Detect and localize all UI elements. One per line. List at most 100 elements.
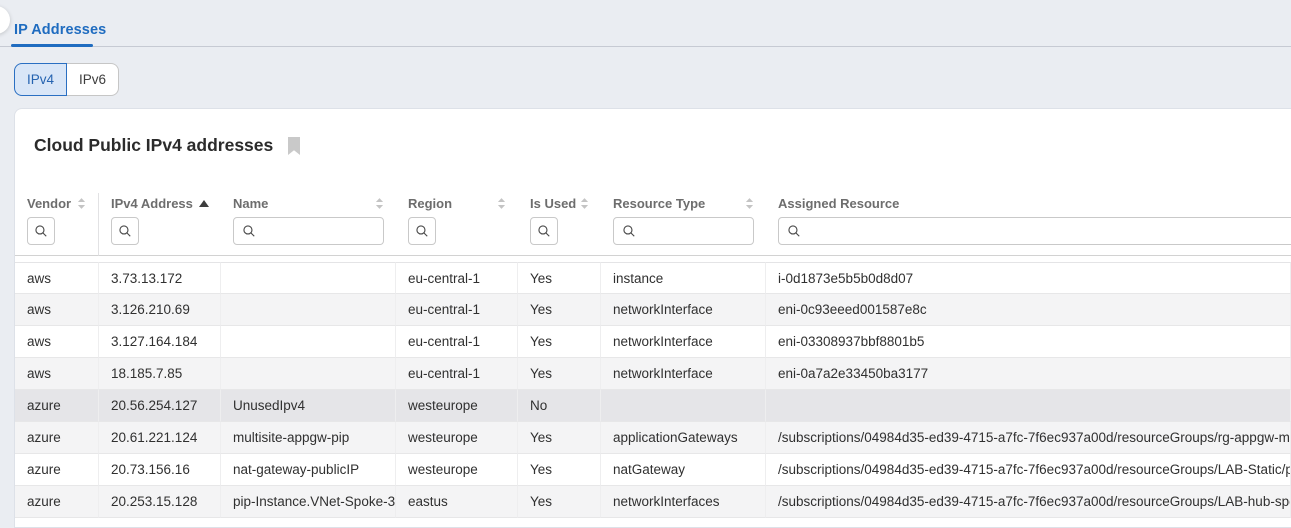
cell-name bbox=[221, 358, 396, 390]
sort-icon bbox=[497, 197, 506, 210]
cell-vendor: azure bbox=[15, 422, 99, 454]
search-icon bbox=[537, 224, 551, 238]
column-header-region[interactable]: Region bbox=[396, 193, 518, 213]
top-tab-bar: IP Addresses bbox=[0, 0, 1291, 47]
search-icon bbox=[242, 224, 256, 238]
cell-assigned-resource: eni-0a7a2e33450ba3177 bbox=[766, 358, 1291, 390]
assigned-resource-filter-input[interactable] bbox=[807, 224, 1291, 239]
cell-is-used: No bbox=[518, 390, 601, 422]
column-label: Resource Type bbox=[613, 196, 705, 211]
cell-name bbox=[221, 294, 396, 326]
bookmark-icon[interactable] bbox=[287, 137, 301, 155]
table-row[interactable]: aws 18.185.7.85 eu-central-1 Yes network… bbox=[15, 358, 1291, 390]
name-filter-box bbox=[233, 217, 384, 245]
cell-region: eu-central-1 bbox=[396, 294, 518, 326]
cell-ipv4: 3.126.210.69 bbox=[99, 294, 221, 326]
table-row[interactable]: aws 3.73.13.172 eu-central-1 Yes instanc… bbox=[15, 262, 1291, 294]
vendor-filter-button[interactable] bbox=[27, 217, 55, 245]
table-row[interactable]: azure 20.73.156.16 nat-gateway-publicIP … bbox=[15, 454, 1291, 486]
page-title: Cloud Public IPv4 addresses bbox=[34, 135, 273, 156]
cell-region: westeurope bbox=[396, 454, 518, 486]
column-label: Is Used bbox=[530, 196, 576, 211]
cell-region: westeurope bbox=[396, 422, 518, 454]
resource-type-filter-input[interactable] bbox=[642, 224, 745, 239]
cell-vendor: azure bbox=[15, 390, 99, 422]
cell-resource-type: networkInterface bbox=[601, 294, 766, 326]
cell-is-used: Yes bbox=[518, 454, 601, 486]
cell-assigned-resource: i-0d1873e5b5b0d8d07 bbox=[766, 262, 1291, 294]
search-icon bbox=[622, 224, 636, 238]
ipv4-toggle-button[interactable]: IPv4 bbox=[14, 63, 67, 96]
region-filter-button[interactable] bbox=[408, 217, 436, 245]
column-label: Assigned Resource bbox=[778, 196, 899, 211]
sort-icon bbox=[375, 197, 384, 210]
cell-name bbox=[221, 262, 396, 294]
assigned-resource-filter-box bbox=[778, 217, 1291, 245]
sort-ascending-icon bbox=[199, 200, 209, 207]
column-header-vendor[interactable]: Vendor bbox=[15, 193, 98, 213]
cell-is-used: Yes bbox=[518, 422, 601, 454]
cell-ipv4: 20.56.254.127 bbox=[99, 390, 221, 422]
cell-is-used: Yes bbox=[518, 358, 601, 390]
is-used-filter-button[interactable] bbox=[530, 217, 558, 245]
cell-name: multisite-appgw-pip bbox=[221, 422, 396, 454]
cell-ipv4: 3.73.13.172 bbox=[99, 262, 221, 294]
cell-is-used: Yes bbox=[518, 486, 601, 518]
cell-vendor: aws bbox=[15, 294, 99, 326]
search-icon bbox=[34, 224, 48, 238]
column-header-assigned-resource[interactable]: Assigned Resource bbox=[766, 193, 1291, 213]
cell-resource-type: networkInterfaces bbox=[601, 486, 766, 518]
column-label: Region bbox=[408, 196, 452, 211]
column-header-ipv4-address[interactable]: IPv4 Address bbox=[99, 193, 221, 213]
ipv6-toggle-button[interactable]: IPv6 bbox=[67, 63, 119, 96]
column-label: Vendor bbox=[27, 196, 71, 211]
cell-region: eu-central-1 bbox=[396, 358, 518, 390]
cell-assigned-resource: eni-0c93eeed001587e8c bbox=[766, 294, 1291, 326]
table-row[interactable]: aws 3.126.210.69 eu-central-1 Yes networ… bbox=[15, 294, 1291, 326]
column-header-resource-type[interactable]: Resource Type bbox=[601, 193, 766, 213]
cell-vendor: azure bbox=[15, 454, 99, 486]
column-label: IPv4 Address bbox=[111, 196, 193, 211]
table-row[interactable]: azure 20.253.15.128 pip-Instance.VNet-Sp… bbox=[15, 486, 1291, 518]
search-icon bbox=[415, 224, 429, 238]
cell-name: pip-Instance.VNet-Spoke-3 bbox=[221, 486, 396, 518]
cell-resource-type: instance bbox=[601, 262, 766, 294]
cell-region: eastus bbox=[396, 486, 518, 518]
cell-ipv4: 18.185.7.85 bbox=[99, 358, 221, 390]
ipv4-filter-button[interactable] bbox=[111, 217, 139, 245]
cell-assigned-resource: eni-03308937bbf8801b5 bbox=[766, 326, 1291, 358]
panel-collapse-handle[interactable] bbox=[0, 6, 10, 34]
cell-assigned-resource: /subscriptions/04984d35-ed39-4715-a7fc-7… bbox=[766, 422, 1291, 454]
cell-ipv4: 20.253.15.128 bbox=[99, 486, 221, 518]
ip-table: Vendor IPv4 Address bbox=[15, 193, 1291, 518]
cell-assigned-resource: /subscriptions/04984d35-ed39-4715-a7fc-7… bbox=[766, 454, 1291, 486]
table-row-highlighted[interactable]: azure 20.56.254.127 UnusedIpv4 westeurop… bbox=[15, 390, 1291, 422]
column-header-name[interactable]: Name bbox=[221, 193, 396, 213]
cloud-ipv4-card: Cloud Public IPv4 addresses Vendor bbox=[14, 108, 1291, 528]
search-icon bbox=[787, 224, 801, 238]
resource-type-filter-box bbox=[613, 217, 754, 245]
cell-vendor: aws bbox=[15, 262, 99, 294]
cell-name: nat-gateway-publicIP bbox=[221, 454, 396, 486]
cell-name bbox=[221, 326, 396, 358]
name-filter-input[interactable] bbox=[262, 224, 375, 239]
tabbar-divider bbox=[0, 46, 1291, 47]
column-header-is-used[interactable]: Is Used bbox=[518, 193, 601, 213]
cell-is-used: Yes bbox=[518, 294, 601, 326]
cell-vendor: aws bbox=[15, 326, 99, 358]
cell-vendor: aws bbox=[15, 358, 99, 390]
cell-resource-type: natGateway bbox=[601, 454, 766, 486]
column-label: Name bbox=[233, 196, 268, 211]
cell-vendor: azure bbox=[15, 486, 99, 518]
cell-region: eu-central-1 bbox=[396, 326, 518, 358]
sort-icon bbox=[580, 197, 589, 210]
cell-ipv4: 3.127.164.184 bbox=[99, 326, 221, 358]
sort-icon bbox=[77, 197, 86, 210]
cell-is-used: Yes bbox=[518, 262, 601, 294]
tab-ip-addresses[interactable]: IP Addresses bbox=[14, 22, 106, 38]
table-row[interactable]: azure 20.61.221.124 multisite-appgw-pip … bbox=[15, 422, 1291, 454]
cell-resource-type bbox=[601, 390, 766, 422]
cell-region: eu-central-1 bbox=[396, 262, 518, 294]
cell-ipv4: 20.73.156.16 bbox=[99, 454, 221, 486]
table-row[interactable]: aws 3.127.164.184 eu-central-1 Yes netwo… bbox=[15, 326, 1291, 358]
